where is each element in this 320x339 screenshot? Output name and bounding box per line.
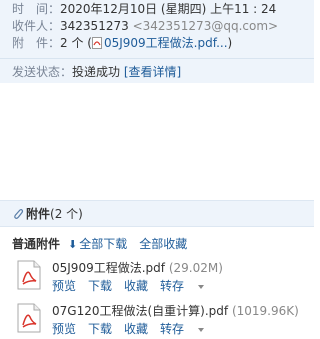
attachment-file-name[interactable]: 07G120工程做法(自重计算).pdf — [52, 304, 228, 318]
pdf-icon — [17, 303, 41, 333]
recipient-email[interactable]: <342351273@qq.com> — [133, 19, 279, 33]
collect-button[interactable]: 收藏 — [124, 279, 148, 293]
recipient-name[interactable]: 342351273 — [60, 19, 129, 33]
forward-label: 转存 — [160, 279, 185, 293]
attachments-header: 附件(2 个) — [0, 200, 314, 227]
forward-dropdown[interactable]: 转存 — [160, 322, 205, 336]
status-detail-link[interactable]: [查看详情] — [124, 65, 181, 79]
pdf-icon — [91, 37, 102, 49]
chevron-down-icon — [198, 285, 205, 289]
collect-all-button[interactable]: 全部收藏 — [139, 237, 187, 251]
attachments-count: (2 个) — [50, 207, 83, 221]
recipient-label: 收件人： — [12, 19, 61, 33]
attachment-row: 附 件：2 个 ( 05J909工程做法.pdf...) — [12, 34, 232, 51]
status-value: 投递成功 — [72, 65, 121, 79]
attachments-title: 附件(2 个) — [12, 205, 83, 222]
mail-header: 时 间：2020年12月10日 (星期四) 上午11 : 24 收件人：3423… — [0, 0, 314, 83]
attachment-item: 05J909工程做法.pdf (29.02M) 预览 下载 收藏 转存 — [17, 259, 314, 295]
attachment-name-line: 07G120工程做法(自重计算).pdf (1019.96K) — [52, 302, 299, 319]
download-arrow-icon: ⬇ — [68, 238, 78, 251]
ordinary-attachments-bar: 普通附件 ⬇ 全部下载 全部收藏 — [12, 235, 199, 252]
attachment-file-size: (1019.96K) — [231, 304, 299, 318]
collect-button[interactable]: 收藏 — [124, 322, 148, 336]
attachment-item: 07G120工程做法(自重计算).pdf (1019.96K) 预览 下载 收藏 转存 — [17, 302, 314, 338]
attachment-actions: 预览 下载 收藏 转存 — [52, 320, 216, 337]
time-value: 2020年12月10日 (星期四) 上午11 : 24 — [60, 2, 277, 16]
attachment-close: ) — [227, 36, 233, 50]
download-button[interactable]: 下载 — [88, 322, 112, 336]
time-row: 时 间：2020年12月10日 (星期四) 上午11 : 24 — [12, 0, 276, 17]
pdf-icon — [17, 260, 41, 290]
attachment-actions: 预览 下载 收藏 转存 — [52, 277, 216, 294]
download-button[interactable]: 下载 — [88, 279, 112, 293]
status-label: 发送状态： — [12, 65, 73, 79]
download-all-button[interactable]: 全部下载 — [79, 237, 127, 251]
attachment-file-name[interactable]: 05J909工程做法.pdf — [52, 261, 165, 275]
forward-label: 转存 — [160, 322, 185, 336]
attachments-label: 附件 — [26, 207, 51, 221]
preview-button[interactable]: 预览 — [52, 279, 76, 293]
attachment-label: 附 件： — [12, 36, 61, 50]
attachment-preview-link[interactable]: 05J909工程做法.pdf... — [104, 36, 228, 50]
attachment-name-line: 05J909工程做法.pdf (29.02M) — [52, 259, 223, 276]
forward-dropdown[interactable]: 转存 — [160, 279, 205, 293]
chevron-down-icon — [198, 328, 205, 332]
recipient-row: 收件人：342351273 <342351273@qq.com> — [12, 17, 278, 34]
attachment-count: 2 个 ( — [60, 36, 92, 50]
ordinary-attachments-label: 普通附件 — [12, 237, 61, 251]
paperclip-icon — [14, 209, 24, 219]
header-divider — [0, 58, 314, 59]
time-label: 时 间： — [12, 2, 61, 16]
preview-button[interactable]: 预览 — [52, 322, 76, 336]
attachment-file-size: (29.02M) — [168, 261, 223, 275]
status-row: 发送状态：投递成功 [查看详情] — [12, 63, 181, 80]
